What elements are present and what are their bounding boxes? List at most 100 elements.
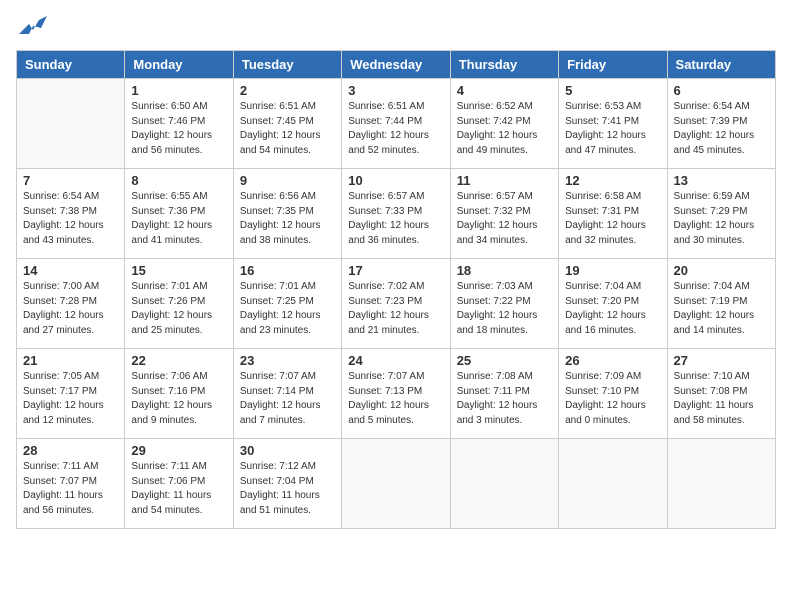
day-number: 28: [23, 443, 118, 458]
day-info: Sunrise: 6:53 AM Sunset: 7:41 PM Dayligh…: [565, 100, 660, 158]
calendar-cell: 27 Sunrise: 7:10 AM Sunset: 7:08 PM Dayli…: [667, 349, 775, 439]
day-info: Sunrise: 7:04 AM Sunset: 7:20 PM Dayligh…: [565, 280, 660, 338]
day-info: Sunrise: 7:08 AM Sunset: 7:11 PM Dayligh…: [457, 370, 552, 428]
day-info: Sunrise: 7:00 AM Sunset: 7:28 PM Dayligh…: [23, 280, 118, 338]
day-number: 20: [674, 263, 769, 278]
day-number: 14: [23, 263, 118, 278]
day-info: Sunrise: 6:51 AM Sunset: 7:45 PM Dayligh…: [240, 100, 335, 158]
calendar-cell: 23 Sunrise: 7:07 AM Sunset: 7:14 PM Dayli…: [233, 349, 341, 439]
calendar-cell: 28 Sunrise: 7:11 AM Sunset: 7:07 PM Dayli…: [17, 439, 125, 529]
day-info: Sunrise: 6:56 AM Sunset: 7:35 PM Dayligh…: [240, 190, 335, 248]
day-info: Sunrise: 7:03 AM Sunset: 7:22 PM Dayligh…: [457, 280, 552, 338]
calendar-cell: 20 Sunrise: 7:04 AM Sunset: 7:19 PM Dayli…: [667, 259, 775, 349]
calendar-cell: 29Sunrise: 7:11 AM Sunset: 7:06 PM Dayli…: [125, 439, 233, 529]
logo-bird-icon: [19, 16, 47, 38]
header-sunday: Sunday: [17, 51, 125, 79]
day-number: 15: [131, 263, 226, 278]
calendar-week-1: 1 Sunrise: 6:50 AM Sunset: 7:46 PM Daylig…: [17, 79, 776, 169]
calendar-cell: 22Sunrise: 7:06 AM Sunset: 7:16 PM Dayli…: [125, 349, 233, 439]
day-info: Sunrise: 7:11 AM Sunset: 7:06 PM Dayligh…: [131, 460, 226, 518]
day-number: 27: [674, 353, 769, 368]
calendar-cell: 16 Sunrise: 7:01 AM Sunset: 7:25 PM Dayli…: [233, 259, 341, 349]
calendar-cell: 9 Sunrise: 6:56 AM Sunset: 7:35 PM Daylig…: [233, 169, 341, 259]
calendar-cell: 4 Sunrise: 6:52 AM Sunset: 7:42 PM Daylig…: [450, 79, 558, 169]
calendar-cell: 15 Sunrise: 7:01 AM Sunset: 7:26 PM Dayli…: [125, 259, 233, 349]
calendar-cell: [342, 439, 450, 529]
day-number: 18: [457, 263, 552, 278]
header-saturday: Saturday: [667, 51, 775, 79]
day-info: Sunrise: 6:55 AM Sunset: 7:36 PM Dayligh…: [131, 190, 226, 248]
calendar-header-row: SundayMondayTuesdayWednesdayThursdayFrid…: [17, 51, 776, 79]
day-number: 4: [457, 83, 552, 98]
calendar-cell: 2 Sunrise: 6:51 AM Sunset: 7:45 PM Daylig…: [233, 79, 341, 169]
day-number: 17: [348, 263, 443, 278]
page-header: [16, 16, 776, 38]
calendar-cell: [17, 79, 125, 169]
calendar-cell: 24Sunrise: 7:07 AM Sunset: 7:13 PM Dayli…: [342, 349, 450, 439]
day-info: Sunrise: 7:09 AM Sunset: 7:10 PM Dayligh…: [565, 370, 660, 428]
calendar-cell: 8 Sunrise: 6:55 AM Sunset: 7:36 PM Daylig…: [125, 169, 233, 259]
header-friday: Friday: [559, 51, 667, 79]
day-number: 12: [565, 173, 660, 188]
calendar-cell: 7 Sunrise: 6:54 AM Sunset: 7:38 PM Daylig…: [17, 169, 125, 259]
header-wednesday: Wednesday: [342, 51, 450, 79]
day-number: 7: [23, 173, 118, 188]
day-info: Sunrise: 7:01 AM Sunset: 7:26 PM Dayligh…: [131, 280, 226, 338]
calendar-cell: 26 Sunrise: 7:09 AM Sunset: 7:10 PM Dayli…: [559, 349, 667, 439]
calendar-cell: 12 Sunrise: 6:58 AM Sunset: 7:31 PM Dayli…: [559, 169, 667, 259]
day-number: 10: [348, 173, 443, 188]
day-number: 6: [674, 83, 769, 98]
day-number: 23: [240, 353, 335, 368]
day-number: 3: [348, 83, 443, 98]
day-number: 21: [23, 353, 118, 368]
day-number: 16: [240, 263, 335, 278]
day-info: Sunrise: 7:06 AM Sunset: 7:16 PM Dayligh…: [131, 370, 226, 428]
day-number: 5: [565, 83, 660, 98]
day-number: 9: [240, 173, 335, 188]
day-info: Sunrise: 7:01 AM Sunset: 7:25 PM Dayligh…: [240, 280, 335, 338]
calendar-week-2: 7 Sunrise: 6:54 AM Sunset: 7:38 PM Daylig…: [17, 169, 776, 259]
calendar-cell: 6Sunrise: 6:54 AM Sunset: 7:39 PM Daylig…: [667, 79, 775, 169]
calendar-cell: 11Sunrise: 6:57 AM Sunset: 7:32 PM Dayli…: [450, 169, 558, 259]
day-info: Sunrise: 7:10 AM Sunset: 7:08 PM Dayligh…: [674, 370, 769, 428]
header-thursday: Thursday: [450, 51, 558, 79]
calendar-cell: 17Sunrise: 7:02 AM Sunset: 7:23 PM Dayli…: [342, 259, 450, 349]
calendar-cell: 1 Sunrise: 6:50 AM Sunset: 7:46 PM Daylig…: [125, 79, 233, 169]
day-info: Sunrise: 6:57 AM Sunset: 7:33 PM Dayligh…: [348, 190, 443, 248]
day-number: 25: [457, 353, 552, 368]
day-info: Sunrise: 7:11 AM Sunset: 7:07 PM Dayligh…: [23, 460, 118, 518]
day-number: 8: [131, 173, 226, 188]
day-number: 30: [240, 443, 335, 458]
calendar-cell: 18 Sunrise: 7:03 AM Sunset: 7:22 PM Dayli…: [450, 259, 558, 349]
day-info: Sunrise: 7:07 AM Sunset: 7:13 PM Dayligh…: [348, 370, 443, 428]
day-info: Sunrise: 7:07 AM Sunset: 7:14 PM Dayligh…: [240, 370, 335, 428]
calendar-cell: [667, 439, 775, 529]
calendar-cell: 13Sunrise: 6:59 AM Sunset: 7:29 PM Dayli…: [667, 169, 775, 259]
day-info: Sunrise: 6:50 AM Sunset: 7:46 PM Dayligh…: [131, 100, 226, 158]
calendar-cell: 14 Sunrise: 7:00 AM Sunset: 7:28 PM Dayli…: [17, 259, 125, 349]
calendar-week-5: 28 Sunrise: 7:11 AM Sunset: 7:07 PM Dayli…: [17, 439, 776, 529]
day-info: Sunrise: 6:54 AM Sunset: 7:38 PM Dayligh…: [23, 190, 118, 248]
day-number: 1: [131, 83, 226, 98]
header-tuesday: Tuesday: [233, 51, 341, 79]
day-number: 2: [240, 83, 335, 98]
logo: [16, 16, 47, 38]
day-number: 13: [674, 173, 769, 188]
day-info: Sunrise: 6:51 AM Sunset: 7:44 PM Dayligh…: [348, 100, 443, 158]
calendar-cell: [559, 439, 667, 529]
day-info: Sunrise: 7:04 AM Sunset: 7:19 PM Dayligh…: [674, 280, 769, 338]
calendar-week-3: 14 Sunrise: 7:00 AM Sunset: 7:28 PM Dayli…: [17, 259, 776, 349]
day-info: Sunrise: 7:05 AM Sunset: 7:17 PM Dayligh…: [23, 370, 118, 428]
calendar-table: SundayMondayTuesdayWednesdayThursdayFrid…: [16, 50, 776, 529]
header-monday: Monday: [125, 51, 233, 79]
calendar-cell: 21 Sunrise: 7:05 AM Sunset: 7:17 PM Dayli…: [17, 349, 125, 439]
day-info: Sunrise: 6:52 AM Sunset: 7:42 PM Dayligh…: [457, 100, 552, 158]
calendar-week-4: 21 Sunrise: 7:05 AM Sunset: 7:17 PM Dayli…: [17, 349, 776, 439]
calendar-cell: 5 Sunrise: 6:53 AM Sunset: 7:41 PM Daylig…: [559, 79, 667, 169]
day-info: Sunrise: 7:12 AM Sunset: 7:04 PM Dayligh…: [240, 460, 335, 518]
calendar-cell: 19Sunrise: 7:04 AM Sunset: 7:20 PM Dayli…: [559, 259, 667, 349]
day-number: 11: [457, 173, 552, 188]
calendar-cell: 10 Sunrise: 6:57 AM Sunset: 7:33 PM Dayli…: [342, 169, 450, 259]
day-info: Sunrise: 6:58 AM Sunset: 7:31 PM Dayligh…: [565, 190, 660, 248]
day-number: 26: [565, 353, 660, 368]
